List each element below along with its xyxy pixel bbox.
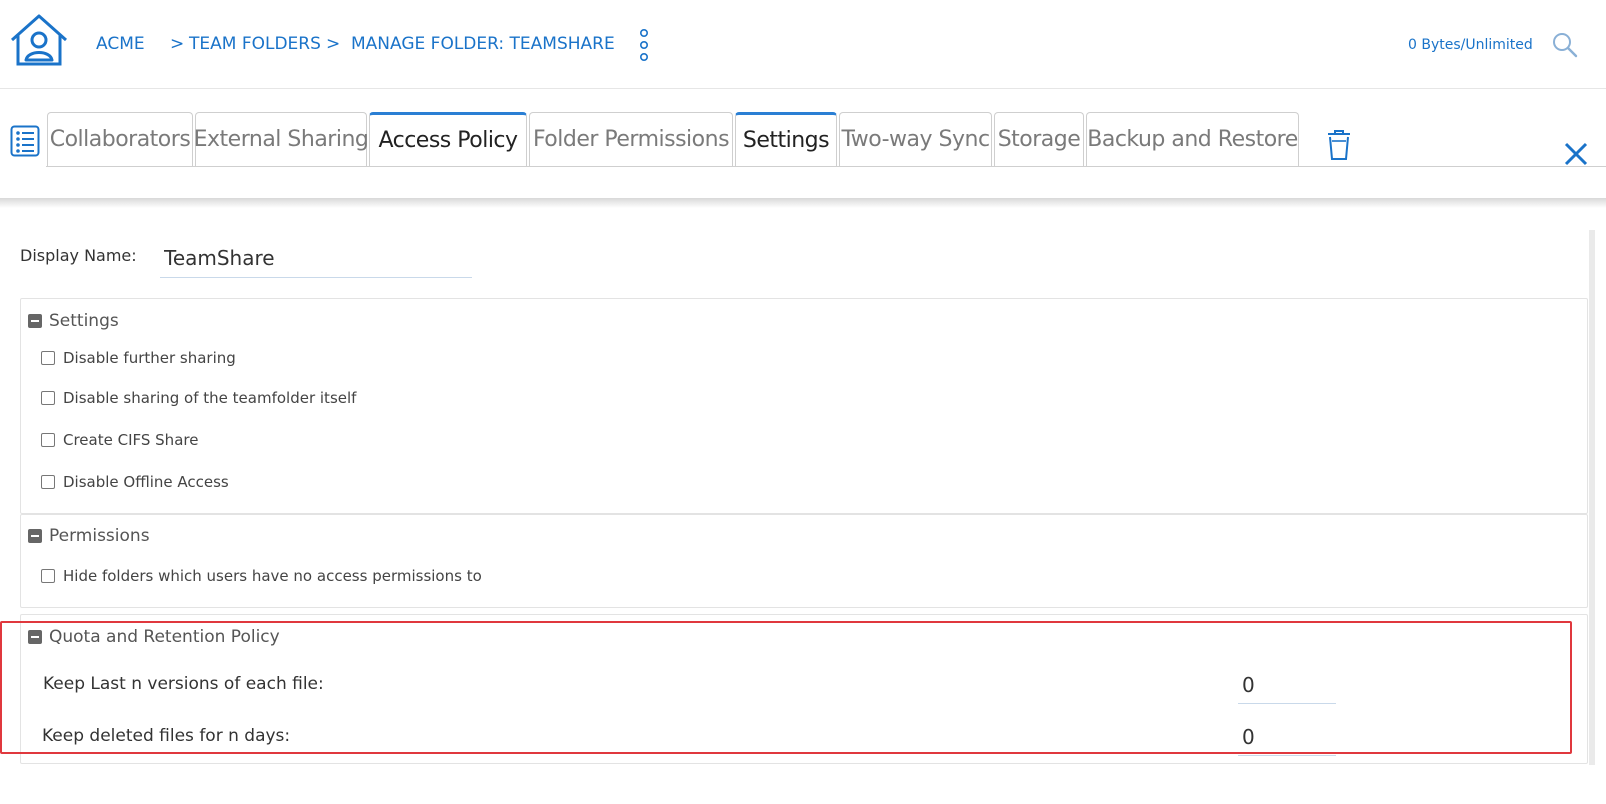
tab-baseline — [46, 166, 1606, 167]
option-hide-folders-no-access[interactable]: Hide folders which users have no access … — [41, 567, 482, 585]
tab-folder-permissions[interactable]: Folder Permissions — [529, 112, 733, 166]
checkbox[interactable] — [41, 475, 55, 489]
scroll-track[interactable] — [1589, 230, 1595, 765]
header-divider — [0, 88, 1606, 89]
checkbox[interactable] — [41, 569, 55, 583]
breadcrumb-acme[interactable]: ACME — [96, 34, 145, 54]
option-disable-sharing-teamfolder[interactable]: Disable sharing of the teamfolder itself — [41, 389, 356, 407]
checkbox-label: Hide folders which users have no access … — [63, 567, 482, 585]
display-name-input[interactable] — [160, 238, 472, 278]
tab-backup-and-restore[interactable]: Backup and Restore — [1086, 112, 1299, 166]
highlight-box — [0, 621, 1572, 754]
settings-panel-title: Settings — [49, 311, 119, 331]
collapse-icon[interactable] — [28, 314, 42, 328]
tab-storage[interactable]: Storage — [994, 112, 1084, 166]
search-icon[interactable] — [1552, 32, 1578, 58]
option-create-cifs-share[interactable]: Create CIFS Share — [41, 431, 198, 449]
permissions-panel-header[interactable]: Permissions — [28, 526, 150, 546]
tab-external-sharing[interactable]: External Sharing — [194, 112, 369, 166]
trash-icon[interactable] — [1326, 129, 1352, 161]
more-options-icon[interactable] — [638, 28, 650, 62]
breadcrumb-team-folders[interactable]: TEAM FOLDERS — [189, 34, 321, 54]
collapse-icon[interactable] — [28, 529, 42, 543]
tabs-shadow — [0, 198, 1606, 208]
storage-quota: 0 Bytes/Unlimited — [1408, 37, 1533, 53]
home-icon[interactable] — [8, 12, 70, 68]
close-icon[interactable] — [1564, 142, 1588, 166]
checkbox-label: Disable further sharing — [63, 349, 236, 367]
checkbox-label: Disable sharing of the teamfolder itself — [63, 389, 357, 407]
tab-access-policy[interactable]: Access Policy — [369, 112, 527, 166]
tab-settings[interactable]: Settings — [735, 112, 837, 166]
breadcrumb-separator: > — [170, 34, 185, 54]
checkbox[interactable] — [41, 433, 55, 447]
settings-panel-header[interactable]: Settings — [28, 311, 119, 331]
permissions-panel-title: Permissions — [49, 526, 150, 546]
checkbox-label: Disable Offline Access — [63, 473, 229, 491]
list-icon[interactable] — [10, 125, 40, 157]
breadcrumb-current: MANAGE FOLDER: TEAMSHARE — [351, 34, 615, 54]
checkbox[interactable] — [41, 351, 55, 365]
checkbox[interactable] — [41, 391, 55, 405]
option-disable-offline-access[interactable]: Disable Offline Access — [41, 473, 229, 491]
tab-collaborators[interactable]: Collaborators — [47, 112, 193, 166]
permissions-panel — [20, 514, 1588, 608]
checkbox-label: Create CIFS Share — [63, 431, 199, 449]
option-disable-further-sharing[interactable]: Disable further sharing — [41, 349, 236, 367]
breadcrumb-separator: > — [326, 34, 341, 54]
tab-two-way-sync[interactable]: Two-way Sync — [839, 112, 992, 166]
display-name-label: Display Name: — [20, 246, 137, 265]
